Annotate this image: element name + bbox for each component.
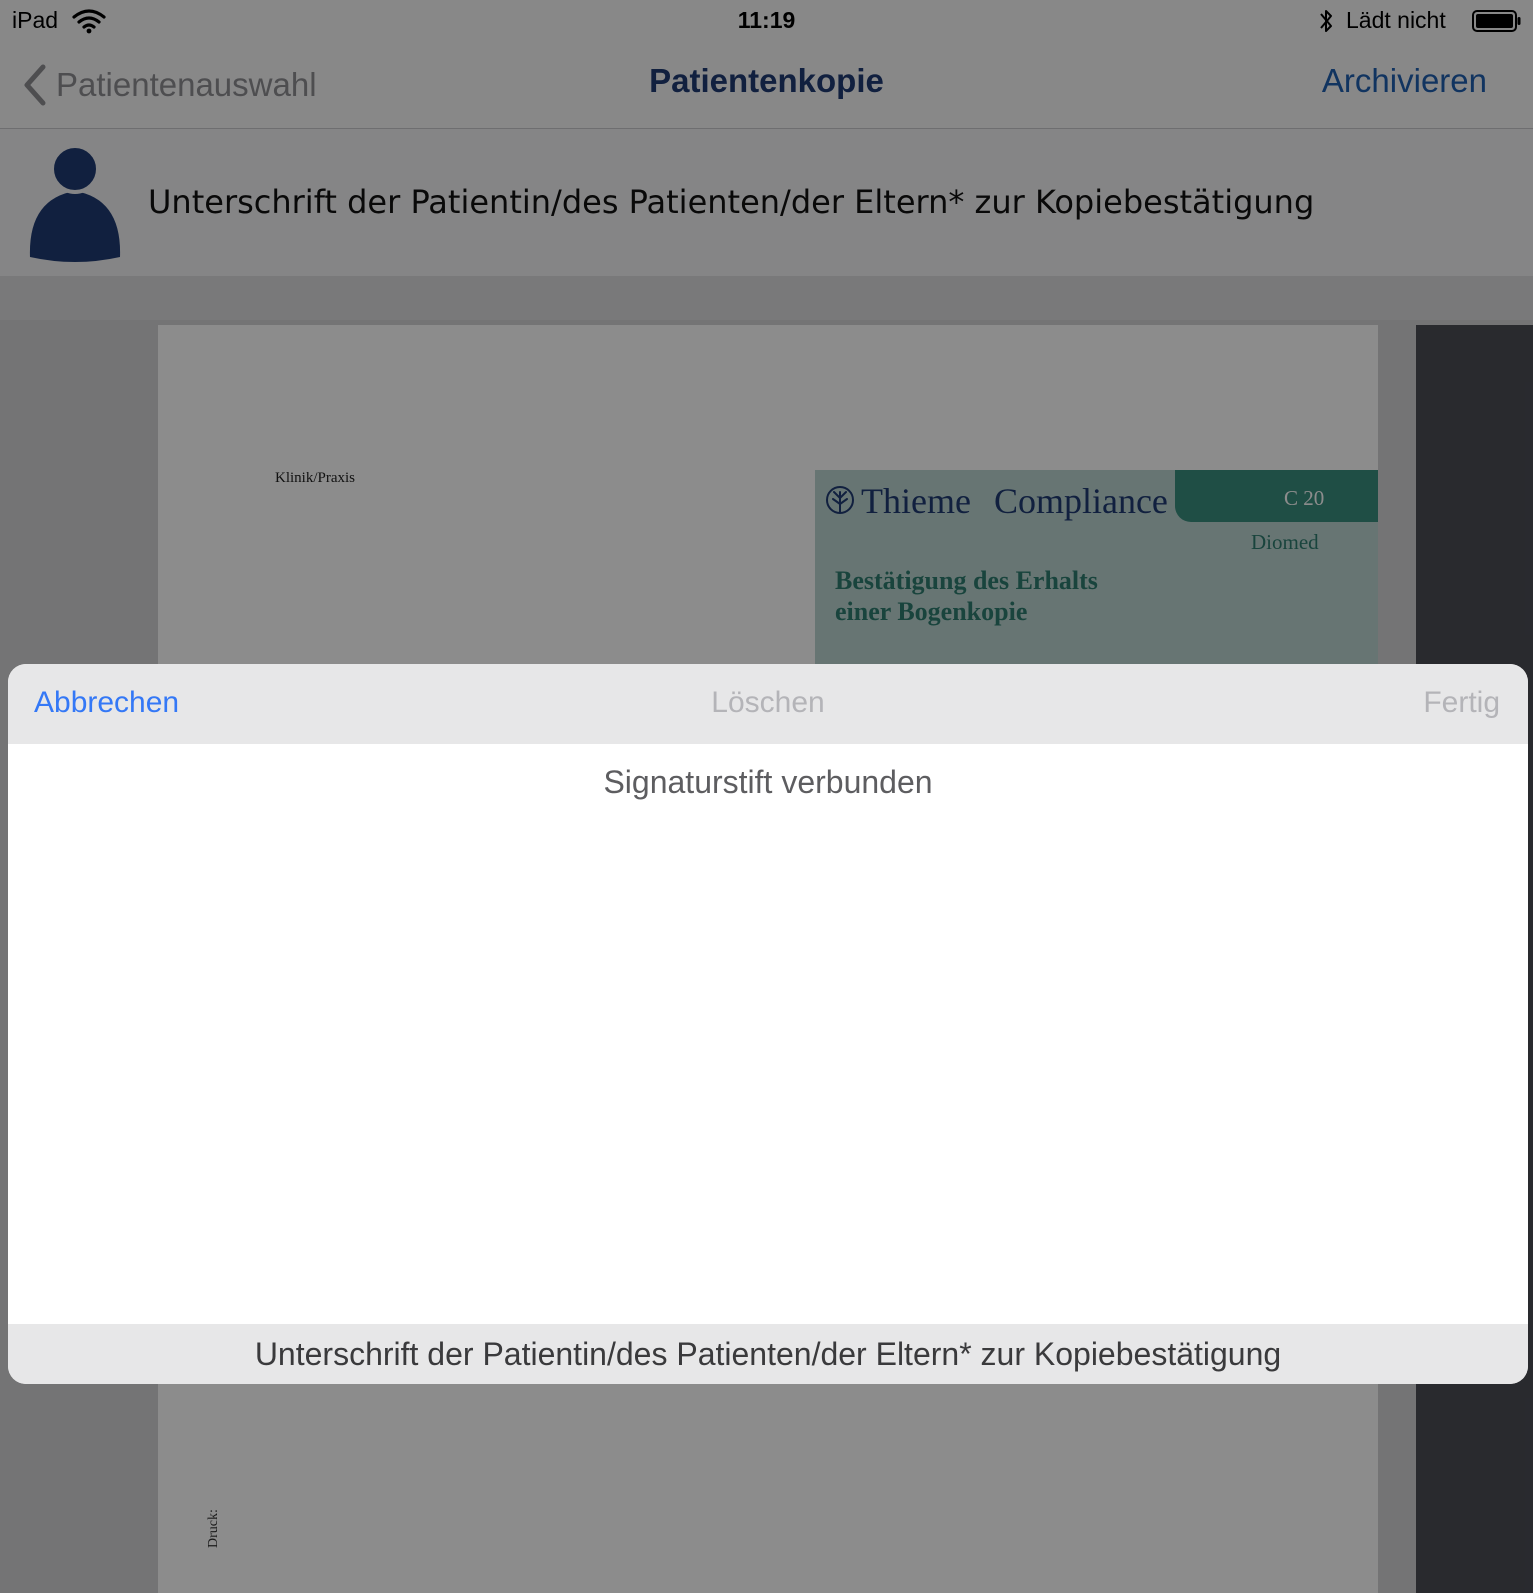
signature-pad[interactable] [8, 744, 1528, 1324]
signature-field-label: Unterschrift der Patientin/des Patienten… [254, 1336, 1282, 1372]
clear-button[interactable]: Löschen [711, 686, 824, 719]
signature-modal: Abbrechen Löschen Fertig Signaturstift v… [8, 664, 1528, 1384]
cancel-button[interactable]: Abbrechen [34, 686, 179, 720]
modal-toolbar: Abbrechen Löschen Fertig [8, 664, 1528, 744]
pen-status: Signaturstift verbunden [603, 764, 933, 800]
modal-footer: Unterschrift der Patientin/des Patienten… [8, 1324, 1528, 1384]
done-button[interactable]: Fertig [1423, 686, 1500, 720]
clear-button-wrap: Löschen [8, 686, 1528, 720]
app-root: iPad 11:19 Lädt nicht Patientenauswahl P… [0, 0, 1533, 1593]
